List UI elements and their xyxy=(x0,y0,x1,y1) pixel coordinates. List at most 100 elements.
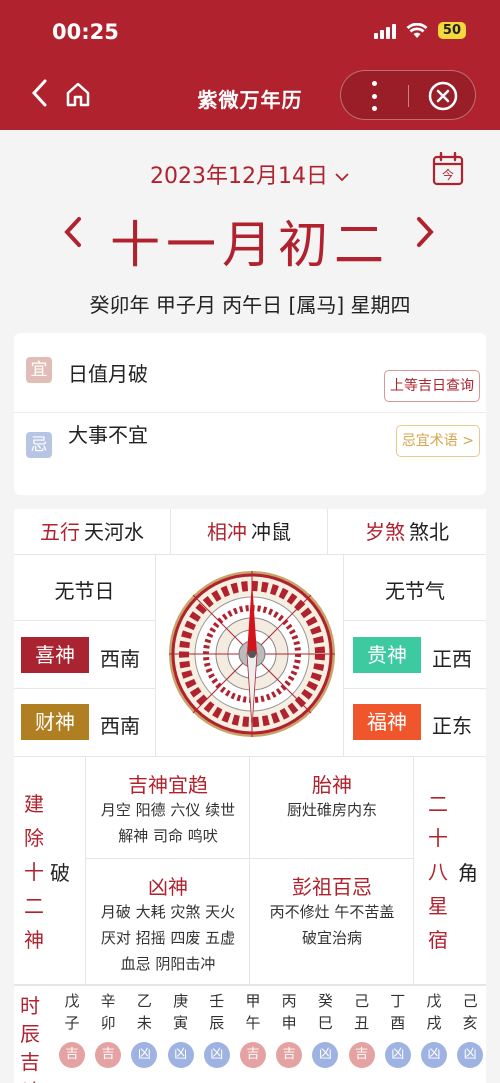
sha-value: 煞北 xyxy=(409,520,449,544)
ji-text: 大事不宜 xyxy=(68,423,148,447)
hour-luck-badge: 凶 xyxy=(312,1042,339,1068)
hour-stem: 壬 xyxy=(209,992,225,1010)
close-button[interactable] xyxy=(427,80,459,116)
hour-branch: 寅 xyxy=(173,1014,189,1032)
xiongshen-cell: 凶神 月破 大耗 灾煞 天火 厌对 招摇 四废 五虚 血忌 阴阳击冲 xyxy=(86,859,250,985)
hour-stem: 己 xyxy=(354,992,370,1010)
hour-item[interactable]: 辛卯 xyxy=(94,990,122,1034)
hour-stem: 甲 xyxy=(245,992,261,1010)
hour-branch: 申 xyxy=(281,1014,297,1032)
pengzu-cell: 彭祖百忌 丙不修灶 午不苦盖 破宜治病 xyxy=(250,859,414,985)
app-header: 00:25 50 紫微万年历 xyxy=(0,0,500,130)
hour-branch: 酉 xyxy=(390,1014,406,1032)
taishen-cell: 胎神 厨灶碓房内东 xyxy=(250,757,414,859)
hour-item[interactable]: 丁酉 xyxy=(384,990,412,1034)
solar-date-picker[interactable]: 2023年12月14日 xyxy=(0,158,500,190)
hour-stem: 戊 xyxy=(64,992,80,1010)
hour-luck-badge: 吉 xyxy=(348,1042,375,1068)
good-day-query-button[interactable]: 上等吉日查询 xyxy=(384,370,480,402)
xishen-cell: 喜神 西南 xyxy=(14,621,156,689)
xishen-tag: 喜神 xyxy=(21,637,89,673)
hour-branch: 丑 xyxy=(354,1014,370,1032)
hour-item[interactable]: 己亥 xyxy=(456,990,484,1034)
status-time: 00:25 xyxy=(52,20,119,44)
chong-cell: 相冲 冲鼠 xyxy=(171,509,328,555)
hour-stem: 癸 xyxy=(317,992,333,1010)
fushen-tag: 福神 xyxy=(353,704,421,740)
calendar-icon: 今 xyxy=(432,151,464,186)
hour-luck-badge: 吉 xyxy=(276,1042,303,1068)
jishen-cell: 吉神宜趋 月空 阳德 六仪 续世 解神 司命 鸣吠 xyxy=(86,757,250,859)
hour-item[interactable]: 戊戌 xyxy=(420,990,448,1034)
yi-badge: 宜 xyxy=(26,357,52,383)
hour-branch: 亥 xyxy=(462,1014,478,1032)
guishen-cell: 贵神 正西 xyxy=(344,621,486,689)
hour-branch: 子 xyxy=(64,1014,80,1032)
more-button[interactable] xyxy=(371,81,377,111)
hour-luck-badge: 凶 xyxy=(457,1042,484,1068)
hour-branch: 午 xyxy=(245,1014,261,1032)
jishen-title: 吉神宜趋 xyxy=(128,773,208,797)
caishen-dir: 西南 xyxy=(100,714,140,738)
status-icons: 50 xyxy=(373,22,466,39)
hour-stem: 乙 xyxy=(136,992,152,1010)
luopan-compass-icon xyxy=(169,571,335,737)
close-icon xyxy=(428,81,458,111)
wuxing-cell: 五行 天河水 xyxy=(14,509,171,555)
next-day-button[interactable] xyxy=(414,211,436,262)
terms-button[interactable]: 忌宜术语 > xyxy=(395,425,480,457)
ji-badge: 忌 xyxy=(26,432,52,458)
caishen-cell: 财神 西南 xyxy=(14,689,156,757)
today-label: 今 xyxy=(442,167,454,182)
hour-luck-badge: 吉 xyxy=(240,1042,266,1068)
hour-item[interactable]: 己丑 xyxy=(348,990,376,1034)
yiji-card: 宜 日值月破 上等吉日查询 忌 大事不宜 忌宜术语 > xyxy=(14,333,486,495)
chevron-right-icon xyxy=(417,217,434,247)
hour-stem: 戊 xyxy=(426,992,442,1010)
xiu-label: 二十八星宿 xyxy=(428,792,448,952)
sha-label: 岁煞 xyxy=(365,520,405,544)
guishen-tag: 贵神 xyxy=(353,637,421,673)
hour-item[interactable]: 甲午 xyxy=(239,990,267,1034)
jianchu-label: 建除十二神 xyxy=(24,792,44,952)
hour-item[interactable]: 戊子 xyxy=(58,990,86,1034)
hour-branch: 未 xyxy=(136,1014,152,1032)
hour-luck-row: 时辰吉凶 戊子吉辛卯吉乙未凶庚寅凶壬辰凶甲午吉丙申吉癸巳凶己丑吉丁酉凶戊戌凶己亥… xyxy=(14,985,486,1083)
festival-text: 无节日 xyxy=(54,579,115,603)
solar-term-text: 无节气 xyxy=(385,579,445,603)
pengzu-title: 彭祖百忌 xyxy=(292,875,372,899)
hour-branch: 卯 xyxy=(100,1014,116,1032)
hour-branch: 巳 xyxy=(317,1014,333,1032)
xiu-cell: 二十八星宿 角 xyxy=(414,757,486,985)
hour-stem: 己 xyxy=(462,992,478,1010)
hour-luck-badge: 吉 xyxy=(59,1042,85,1068)
hour-luck-badge: 凶 xyxy=(167,1042,194,1068)
yi-text: 日值月破 xyxy=(68,362,148,386)
hour-luck-badge: 凶 xyxy=(131,1042,158,1068)
guishen-dir: 正西 xyxy=(432,647,472,671)
hour-luck-badge: 凶 xyxy=(421,1042,447,1068)
yi-row: 宜 日值月破 上等吉日查询 xyxy=(14,333,486,413)
xiongshen-list: 月破 大耗 灾煞 天火 厌对 招摇 四废 五虚 血忌 阴阳击冲 xyxy=(100,903,236,973)
hour-branch: 辰 xyxy=(209,1014,225,1032)
hour-item[interactable]: 癸巳 xyxy=(311,990,339,1034)
hour-item[interactable]: 丙申 xyxy=(275,990,303,1034)
jieqi-cell: 无节气 xyxy=(344,555,486,621)
today-button[interactable]: 今 xyxy=(432,151,464,186)
hour-stem: 丁 xyxy=(390,992,406,1010)
hour-luck-badge: 凶 xyxy=(384,1042,411,1068)
jishen-list: 月空 阳德 六仪 续世 解神 司命 鸣吠 xyxy=(100,801,236,845)
wifi-icon xyxy=(406,22,428,38)
hour-luck-badge: 吉 xyxy=(95,1042,122,1068)
signal-icon xyxy=(373,23,396,39)
hour-luck-label: 时辰吉凶 xyxy=(20,994,40,1083)
hour-luck-badge: 凶 xyxy=(203,1042,230,1068)
hour-item[interactable]: 乙未 xyxy=(130,990,158,1034)
xiongshen-title: 凶神 xyxy=(148,875,188,899)
jianchu-value: 破 xyxy=(50,861,70,885)
hour-item[interactable]: 庚寅 xyxy=(167,990,195,1034)
hour-item[interactable]: 壬辰 xyxy=(203,990,231,1034)
chong-value: 冲鼠 xyxy=(251,520,291,544)
taishen-list: 厨灶碓房内东 xyxy=(286,801,377,819)
battery-indicator: 50 xyxy=(437,22,466,39)
